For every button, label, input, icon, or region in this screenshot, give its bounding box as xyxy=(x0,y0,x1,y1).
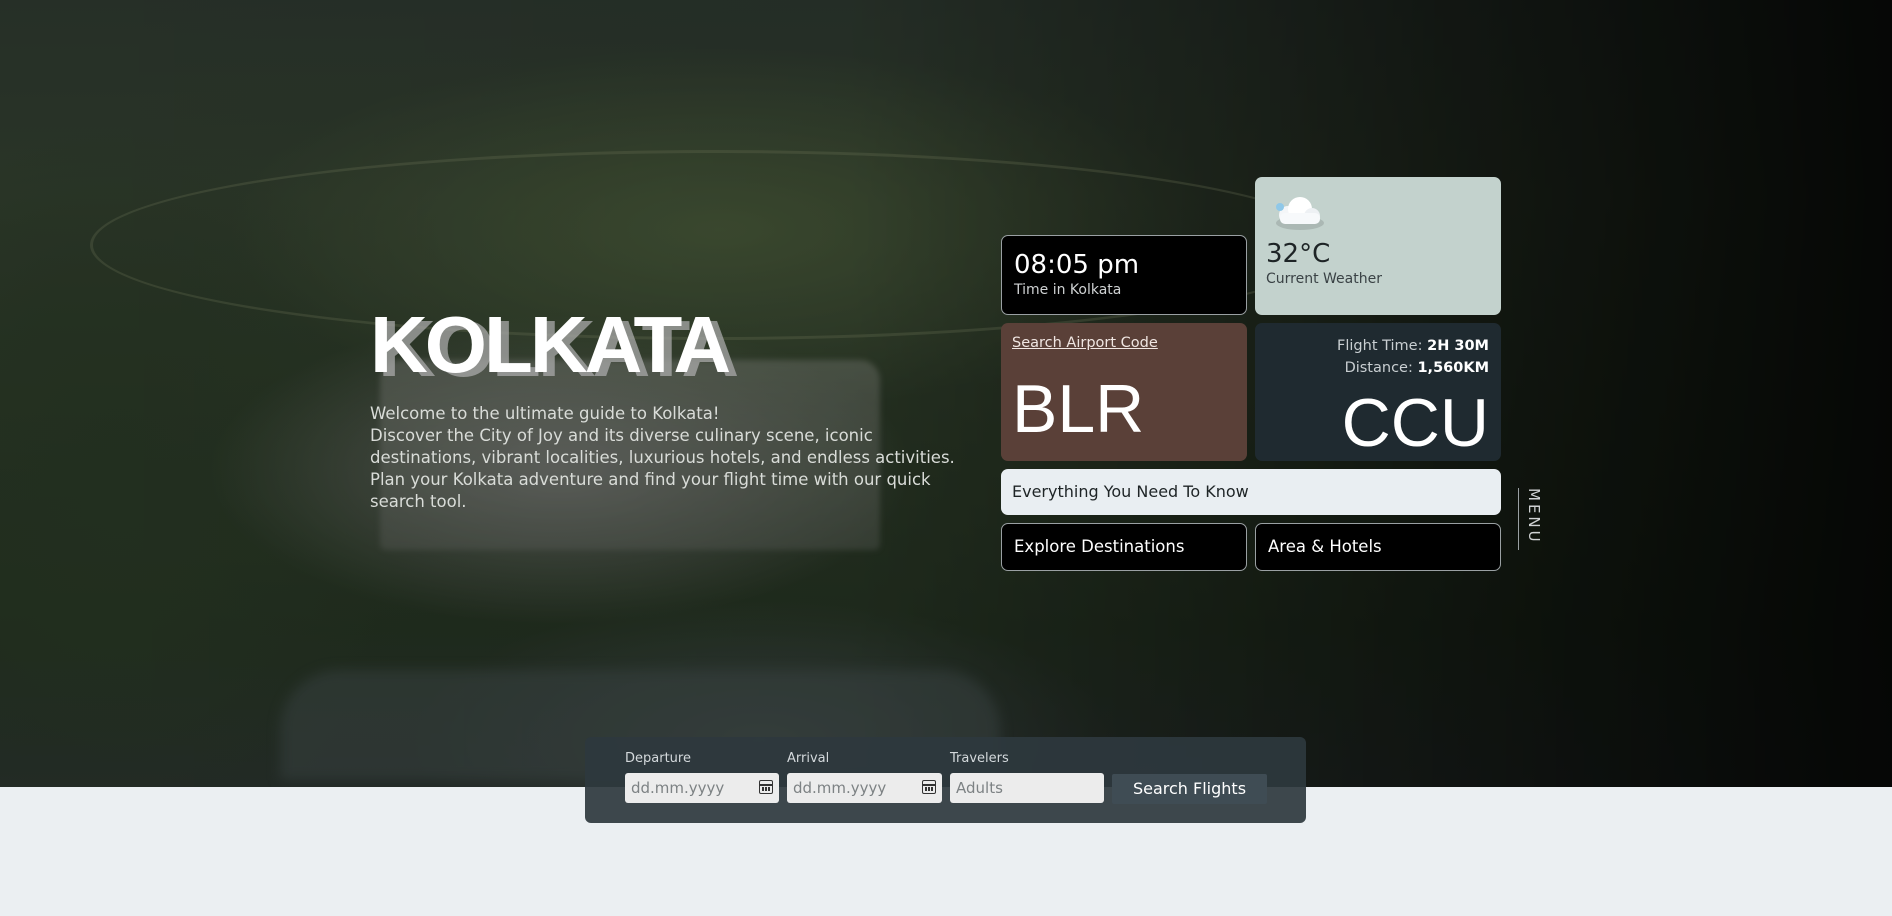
origin-airport-code: BLR xyxy=(1012,371,1145,447)
page-title: KOLKATA xyxy=(370,300,731,389)
search-flights-button[interactable]: Search Flights xyxy=(1112,774,1267,804)
flight-time-value: 2H 30M xyxy=(1427,338,1489,354)
departure-label: Departure xyxy=(625,751,691,766)
intro-text: Welcome to the ultimate guide to Kolkata… xyxy=(370,403,960,513)
travelers-input[interactable]: Adults xyxy=(950,773,1104,803)
menu-label: MENU xyxy=(1525,488,1543,545)
cloud-icon xyxy=(1270,195,1326,231)
distance-value: 1,560KM xyxy=(1417,360,1489,376)
everything-you-need-button[interactable]: Everything You Need To Know xyxy=(1001,469,1501,515)
current-time: 08:05 pm xyxy=(1014,250,1140,280)
weather-card: 32°C Current Weather xyxy=(1255,177,1501,315)
time-card: 08:05 pm Time in Kolkata xyxy=(1001,235,1247,315)
calendar-icon[interactable] xyxy=(759,780,773,794)
travelers-placeholder: Adults xyxy=(956,779,1003,797)
flight-search-bar: Departure dd.mm.yyyy Arrival dd.mm.yyyy … xyxy=(585,737,1306,823)
flight-time-label: Flight Time: xyxy=(1337,338,1423,354)
arrival-date-input[interactable]: dd.mm.yyyy xyxy=(787,773,942,803)
origin-airport-card: Search Airport Code BLR xyxy=(1001,323,1247,461)
departure-date-input[interactable]: dd.mm.yyyy xyxy=(625,773,779,803)
flight-time: Flight Time: 2H 30M xyxy=(1267,335,1489,357)
hero-section: KOLKATA Welcome to the ultimate guide to… xyxy=(0,0,1892,787)
arrival-placeholder: dd.mm.yyyy xyxy=(793,779,887,797)
calendar-icon[interactable] xyxy=(922,780,936,794)
travelers-label: Travelers xyxy=(950,751,1009,766)
weather-label: Current Weather xyxy=(1266,271,1382,287)
area-hotels-button[interactable]: Area & Hotels xyxy=(1255,523,1501,571)
intro-welcome: Welcome to the ultimate guide to Kolkata… xyxy=(370,404,720,423)
arrival-label: Arrival xyxy=(787,751,830,766)
temperature: 32°C xyxy=(1266,239,1331,269)
time-label: Time in Kolkata xyxy=(1014,282,1122,298)
menu-button[interactable]: MENU xyxy=(1518,488,1543,550)
explore-destinations-button[interactable]: Explore Destinations xyxy=(1001,523,1247,571)
search-airport-code-link[interactable]: Search Airport Code xyxy=(1012,335,1236,351)
destination-airport-code: CCU xyxy=(1341,385,1489,461)
distance-label: Distance: xyxy=(1344,360,1413,376)
distance: Distance: 1,560KM xyxy=(1267,357,1489,379)
departure-placeholder: dd.mm.yyyy xyxy=(631,779,725,797)
destination-airport-card: Flight Time: 2H 30M Distance: 1,560KM CC… xyxy=(1255,323,1501,461)
intro-description: Discover the City of Joy and its diverse… xyxy=(370,426,955,511)
hero-overlay xyxy=(0,0,1892,787)
